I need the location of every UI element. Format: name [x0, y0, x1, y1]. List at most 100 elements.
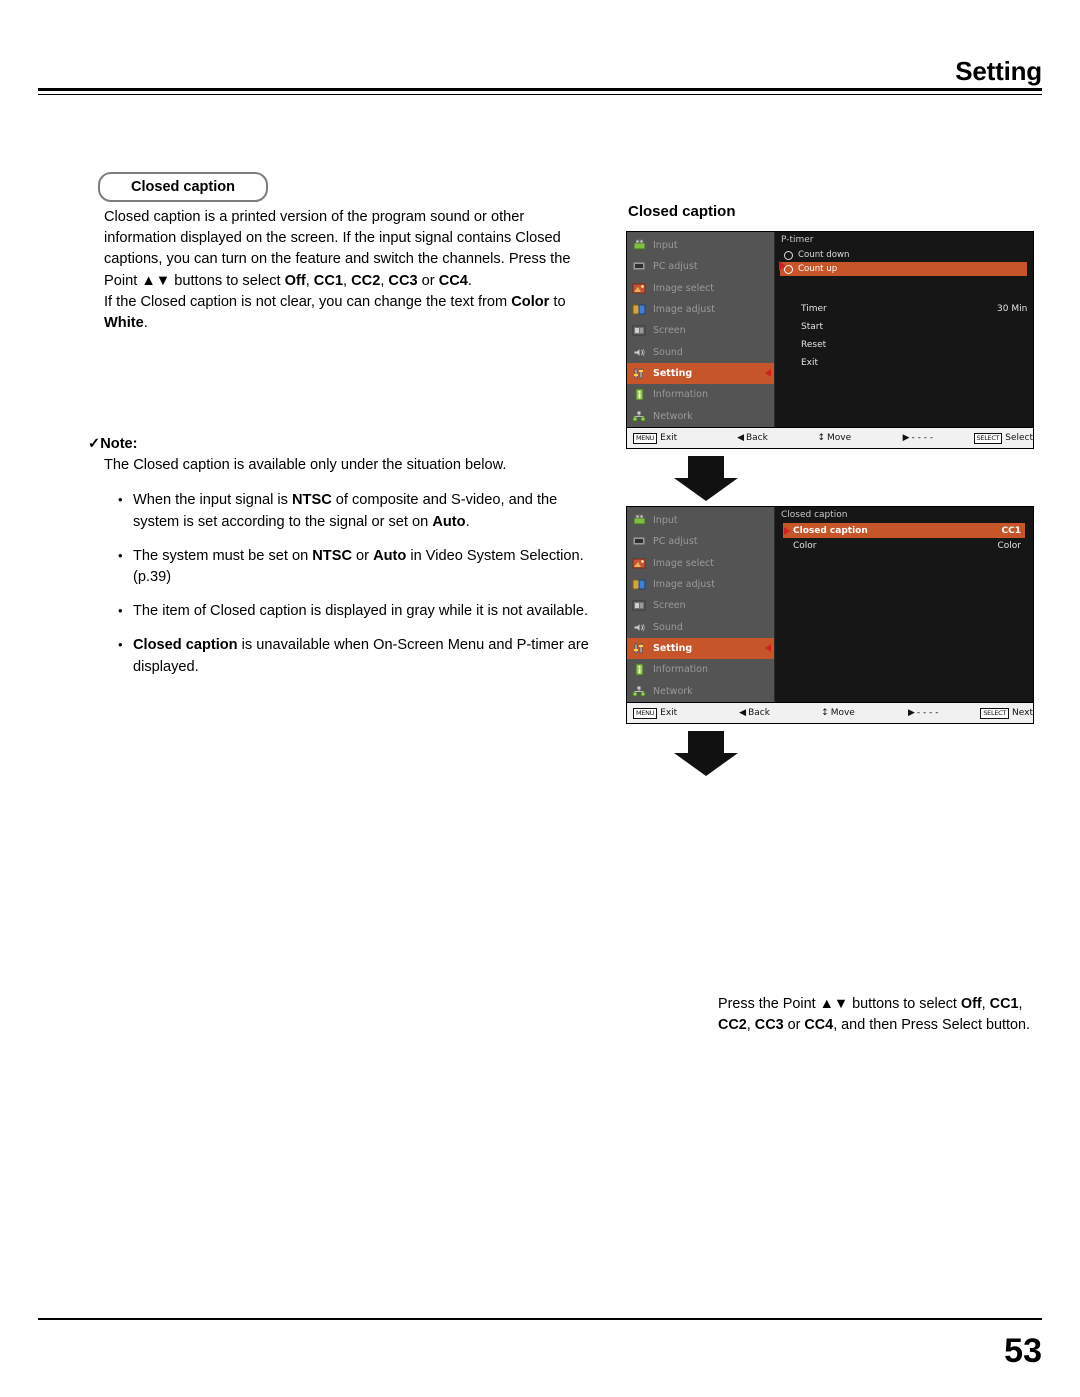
bar-move[interactable]: ↕ Move: [821, 703, 908, 723]
radio-icon: [784, 250, 793, 260]
updown-arrows-glyph: ▲▼: [819, 996, 849, 1012]
note-block: ✓Note: The Closed caption is available o…: [88, 434, 598, 691]
sound-icon: [632, 346, 647, 359]
sidebar-item-input[interactable]: Input: [627, 235, 774, 256]
para1-part-b: buttons to select: [170, 272, 285, 289]
input-icon: [632, 514, 647, 527]
sidebar-item-image-adjust[interactable]: Image adjust: [627, 574, 774, 595]
setting-icon: [632, 642, 647, 655]
sidebar-item-information[interactable]: Information: [627, 659, 774, 680]
bar-next[interactable]: SELECT Next: [980, 703, 1033, 723]
sidebar-item-label: Input: [653, 240, 678, 252]
list-item: Closed caption is unavailable when On-Sc…: [118, 634, 598, 677]
para2-part-a: If the Closed caption is not clear, you …: [104, 293, 512, 310]
sidebar-item-image-adjust[interactable]: Image adjust: [627, 299, 774, 320]
sidebar-item-label: Image select: [653, 282, 714, 294]
sidebar-item-label: Information: [653, 389, 708, 401]
sidebar-item-pc-adjust[interactable]: PC adjust: [627, 256, 774, 277]
paragraph-2: If the Closed caption is not clear, you …: [104, 292, 584, 334]
bar-select[interactable]: SELECT Select: [973, 428, 1033, 448]
sidebar-item-setting[interactable]: Setting: [627, 637, 774, 660]
header-rule-thin: [38, 94, 1042, 95]
bar-select-label: Select: [1005, 433, 1033, 443]
network-icon: [632, 410, 647, 423]
caption-option-cc3: CC3: [754, 1016, 784, 1033]
ptimer-setting-timer[interactable]: Timer 30 Min: [801, 300, 1031, 318]
bar-adjust-label: - - - -: [911, 433, 934, 443]
sidebar-item-label: Input: [653, 515, 678, 527]
bar-back[interactable]: ◀ Back: [737, 428, 817, 448]
panel-title: Closed caption: [781, 510, 848, 520]
bar-move[interactable]: ↕ Move: [817, 428, 902, 448]
sidebar-item-sound[interactable]: Sound: [627, 341, 774, 362]
sidebar-item-information[interactable]: Information: [627, 384, 774, 405]
bar-back[interactable]: ◀ Back: [739, 703, 821, 723]
ptimer-setting-label: Reset: [801, 340, 827, 350]
footer-rule: [38, 1318, 1042, 1320]
bar-move-label: Move: [827, 433, 852, 443]
down-arrow-icon-2: [672, 731, 740, 777]
para2-to: to: [549, 293, 566, 310]
sidebar-item-sound[interactable]: Sound: [627, 616, 774, 637]
option-cc4: CC4: [438, 272, 468, 289]
ptimer-setting-start[interactable]: Start: [801, 318, 1031, 336]
image-select-icon: [632, 282, 647, 295]
closed-caption-option-list: Closed caption CC1 Color Color: [783, 523, 1025, 553]
option-cc3: CC3: [388, 272, 418, 289]
closed-caption-row-label: Closed caption: [793, 525, 868, 536]
ptimer-option-count-down[interactable]: Count down: [780, 248, 1027, 262]
sidebar-item-image-select[interactable]: Image select: [627, 553, 774, 574]
sidebar-item-network[interactable]: Network: [627, 680, 774, 701]
sidebar-item-network[interactable]: Network: [627, 405, 774, 426]
note-bullet-list: When the input signal is NTSC of composi…: [118, 489, 598, 677]
menu-key-icon: MENU: [633, 432, 658, 444]
sidebar-item-label: Setting: [653, 367, 693, 379]
sidebar-item-pc-adjust[interactable]: PC adjust: [627, 531, 774, 552]
bar-adjust-label: - - - -: [916, 708, 939, 718]
bar-exit[interactable]: MENU Exit: [627, 703, 739, 723]
para1-end: .: [467, 272, 472, 289]
ptimer-option-label: Count down: [798, 250, 850, 260]
sidebar-item-label: Network: [653, 410, 693, 422]
ptimer-option-count-up[interactable]: Count up: [780, 262, 1027, 276]
page-header: Setting: [38, 56, 1042, 102]
page-number: 53: [1004, 1332, 1042, 1370]
sidebar-item-label: Network: [653, 685, 693, 697]
sidebar-item-setting[interactable]: Setting: [627, 362, 774, 385]
sidebar-item-screen[interactable]: Screen: [627, 595, 774, 616]
caption-option-cc2: CC2: [718, 1016, 747, 1033]
note-heading-label: Note:: [100, 436, 138, 452]
color-row[interactable]: Color Color: [783, 538, 1025, 553]
sidebar-item-input[interactable]: Input: [627, 510, 774, 531]
bar-adjust[interactable]: ▶ - - - -: [908, 703, 980, 723]
select-key-icon: SELECT: [980, 707, 1010, 719]
header-rule-thick: [38, 88, 1042, 91]
sidebar-item-label: PC adjust: [653, 261, 698, 273]
sidebar-item-screen[interactable]: Screen: [627, 320, 774, 341]
image-select-icon: [632, 557, 647, 570]
osd-body: Input PC adjust Image select Image adjus…: [627, 232, 1033, 428]
bullet-1-bold2: Auto: [432, 513, 466, 530]
ptimer-setting-exit[interactable]: Exit: [801, 354, 1031, 372]
bar-adjust[interactable]: ▶ - - - -: [903, 428, 974, 448]
setting-icon: [632, 367, 647, 380]
input-icon: [632, 239, 647, 252]
osd-body: Input PC adjust Image select Image adjus…: [627, 507, 1033, 703]
osd-bottom-bar: MENU Exit ◀ Back ↕ Move ▶ - - - - SELECT…: [627, 702, 1033, 723]
information-icon: [632, 388, 647, 401]
option-cc1: CC1: [313, 272, 343, 289]
network-icon: [632, 685, 647, 698]
bullet-1-part1: When the input signal is: [133, 492, 292, 509]
cursor-arrow-icon: [779, 261, 786, 271]
sidebar-item-label: Image adjust: [653, 304, 715, 316]
ptimer-setting-reset[interactable]: Reset: [801, 336, 1031, 354]
bar-exit[interactable]: MENU Exit: [627, 428, 737, 448]
closed-caption-row[interactable]: Closed caption CC1: [783, 523, 1025, 538]
sidebar-item-image-select[interactable]: Image select: [627, 278, 774, 299]
osd-screenshot-closed-caption: Input PC adjust Image select Image adjus…: [626, 506, 1034, 724]
option-cc2: CC2: [351, 272, 381, 289]
section-tag-label: Closed caption: [131, 179, 235, 195]
sidebar-item-label: Screen: [653, 325, 686, 337]
bar-exit-label: Exit: [660, 708, 678, 718]
bar-back-label: Back: [748, 708, 770, 718]
